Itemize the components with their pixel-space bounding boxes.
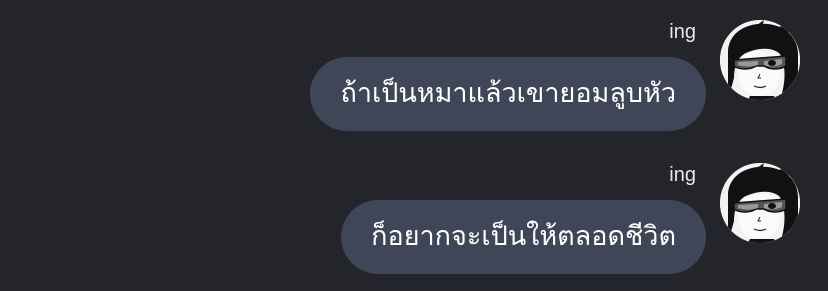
message-bubble[interactable]: ถ้าเป็นหมาแล้วเขายอมลูบหัว <box>310 57 706 131</box>
avatar[interactable] <box>720 163 800 243</box>
anime-character-avatar-icon <box>720 20 800 100</box>
message-text: ถ้าเป็นหมาแล้วเขายอมลูบหัว <box>340 78 676 109</box>
sender-name: ing <box>669 164 696 186</box>
message-bubble[interactable]: ก็อยากจะเป็นให้ตลอดชีวิต <box>341 200 706 274</box>
message-text: ก็อยากจะเป็นให้ตลอดชีวิต <box>371 221 676 252</box>
avatar[interactable] <box>720 20 800 100</box>
anime-character-avatar-icon <box>720 163 800 243</box>
sender-name: ing <box>669 21 696 43</box>
